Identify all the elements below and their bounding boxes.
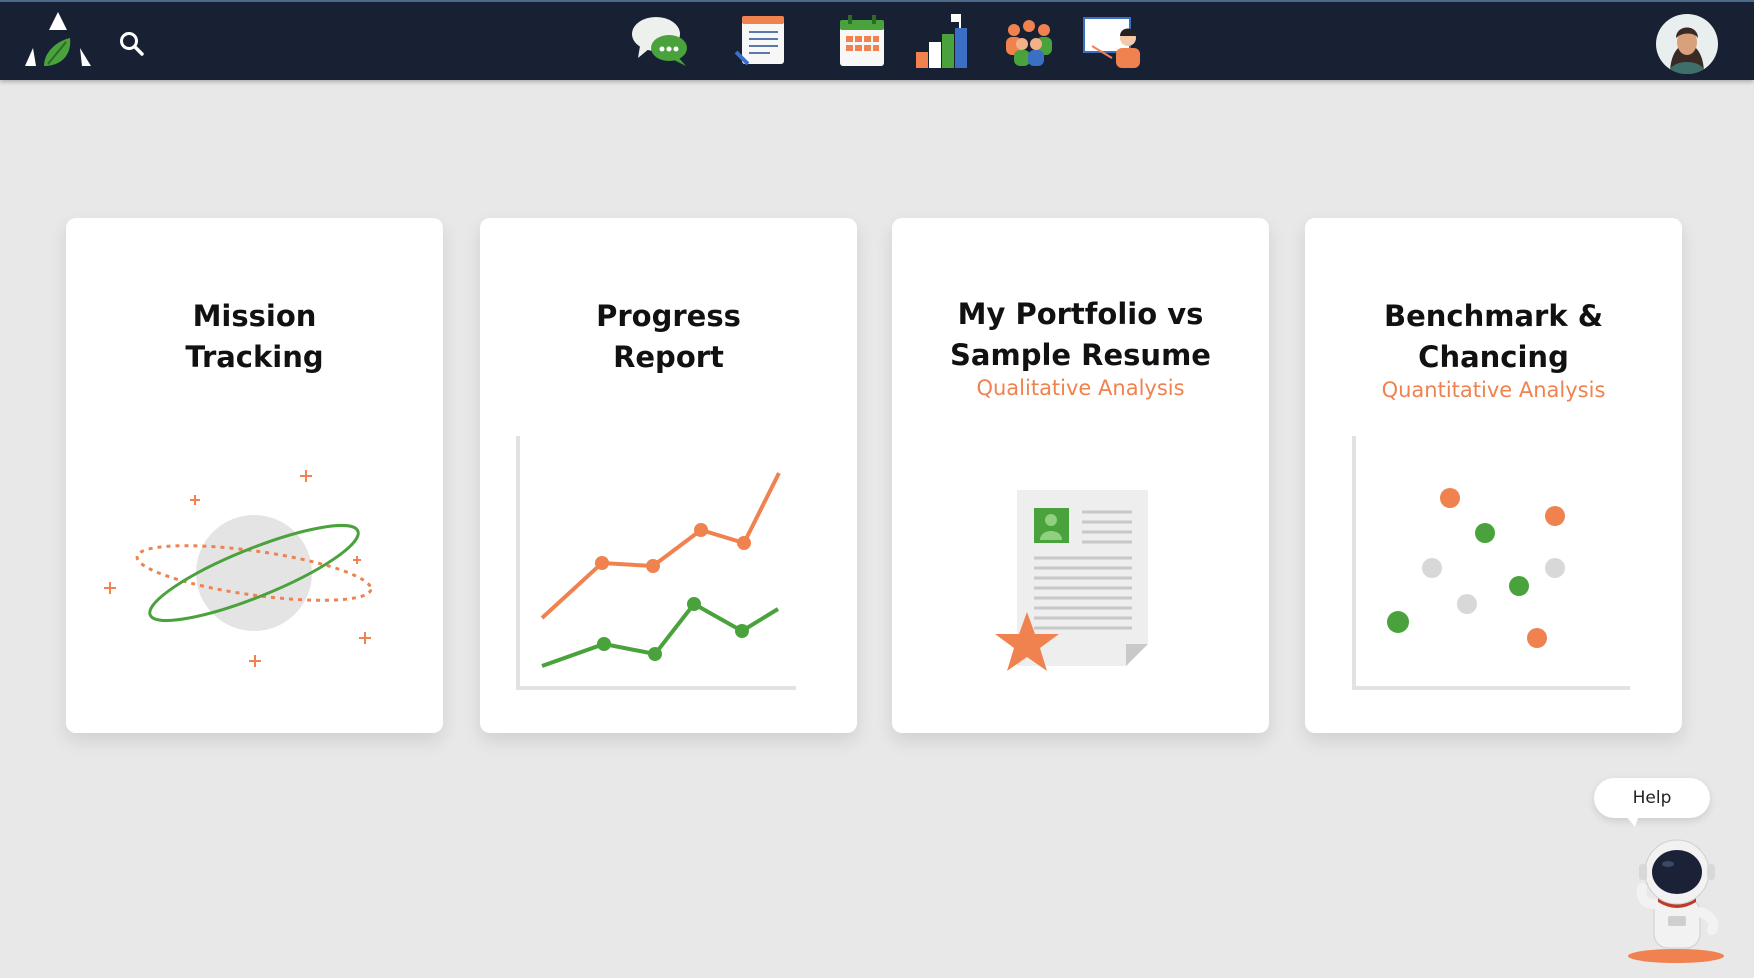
user-avatar[interactable] bbox=[1656, 14, 1718, 74]
group-icon[interactable] bbox=[998, 12, 1060, 70]
presentation-icon[interactable] bbox=[1082, 12, 1144, 70]
help-button[interactable]: Help bbox=[1594, 778, 1710, 818]
card-benchmark-chancing[interactable]: Benchmark & Chancing Quantitative Analysi… bbox=[1305, 218, 1682, 733]
help-bubble-tail bbox=[1625, 815, 1639, 827]
line-chart-icon bbox=[516, 436, 796, 690]
resume-star-icon bbox=[995, 490, 1148, 671]
planet-orbit-icon bbox=[104, 470, 373, 667]
top-navigation-bar bbox=[0, 0, 1754, 80]
help-label: Help bbox=[1632, 788, 1672, 808]
card-portfolio-vs-resume[interactable]: My Portfolio vs Sample Resume Qualitative… bbox=[892, 218, 1269, 733]
progress-flag-icon[interactable] bbox=[914, 12, 976, 70]
search-icon[interactable] bbox=[118, 30, 146, 58]
card-progress-report[interactable]: Progress Report bbox=[480, 218, 857, 733]
notepad-icon[interactable] bbox=[730, 12, 792, 70]
leaf-triangle-logo-icon[interactable] bbox=[22, 8, 94, 72]
card-mission-tracking[interactable]: Mission Tracking bbox=[66, 218, 443, 733]
astronaut-icon[interactable] bbox=[1620, 834, 1730, 964]
scatter-plot-icon bbox=[1352, 436, 1630, 690]
chat-bubbles-icon[interactable] bbox=[630, 12, 692, 70]
calendar-icon[interactable] bbox=[830, 12, 892, 70]
